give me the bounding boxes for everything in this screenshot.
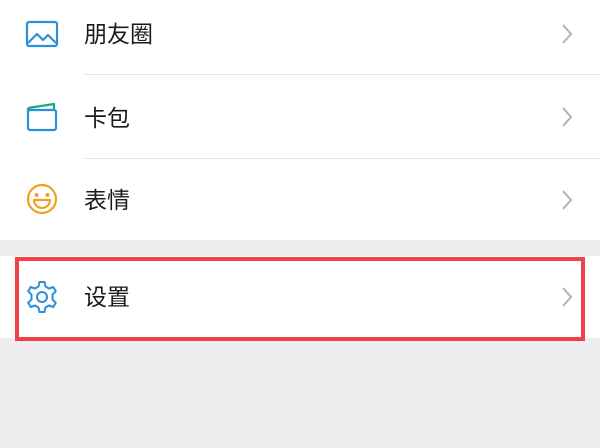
chevron-right-icon <box>558 285 576 309</box>
menu-item-settings[interactable]: 设置 <box>0 256 600 338</box>
chevron-right-icon <box>558 188 576 212</box>
settings-group: 设置 <box>0 256 600 338</box>
moments-image-icon <box>24 16 60 52</box>
gear-icon <box>24 279 60 315</box>
menu-item-label: 表情 <box>84 188 130 214</box>
menu-item-cards[interactable]: 卡包 <box>0 75 600 158</box>
menu-group: 朋友圈 卡包 表情 <box>0 0 600 240</box>
menu-item-moments[interactable]: 朋友圈 <box>0 0 600 74</box>
card-wallet-icon <box>24 100 60 136</box>
menu-item-stickers[interactable]: 表情 <box>0 159 600 240</box>
menu-item-label: 卡包 <box>84 106 130 132</box>
chevron-right-icon <box>558 22 576 46</box>
menu-item-label: 朋友圈 <box>84 22 153 48</box>
chevron-right-icon <box>558 105 576 129</box>
me-page-menu: 朋友圈 卡包 表情 设置 <box>0 0 600 448</box>
menu-item-label: 设置 <box>84 285 130 311</box>
smiley-face-icon <box>24 181 60 217</box>
